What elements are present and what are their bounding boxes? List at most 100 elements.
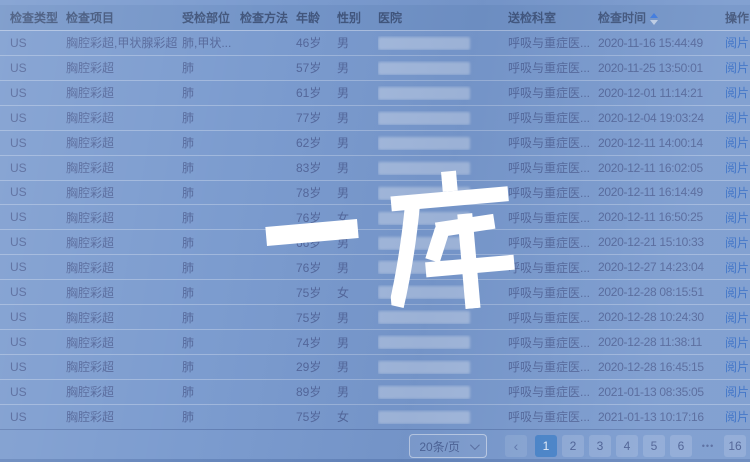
header-exam-time[interactable]: 检查时间	[598, 9, 725, 26]
view-film-link[interactable]: 阅片	[725, 311, 749, 325]
view-film-link[interactable]: 阅片	[725, 186, 749, 200]
pager-page-16[interactable]: 16	[724, 435, 746, 457]
view-film-link[interactable]: 阅片	[725, 261, 749, 275]
pager-page-6[interactable]: 6	[670, 435, 692, 457]
study-list-screen: 检查类型 检查项目 受检部位 检查方法 年龄 性别 医院 送检科室 检查时间 操…	[0, 0, 750, 462]
table-row[interactable]: US胸腔彩超肺57岁男呼吸与重症医...2020-11-25 13:50:01阅…	[0, 55, 750, 80]
table-row[interactable]: US胸腔彩超肺61岁男呼吸与重症医...2020-12-01 11:14:21阅…	[0, 80, 750, 105]
cell-action: 阅片	[725, 358, 750, 375]
table-row[interactable]: US胸腔彩超肺78岁男呼吸与重症医...2020-12-11 16:14:49阅…	[0, 180, 750, 205]
hospital-redacted-value	[378, 261, 470, 274]
cell-hospital	[378, 160, 508, 174]
view-film-link[interactable]: 阅片	[725, 211, 749, 225]
page-size-select[interactable]: 20条/页	[409, 434, 487, 458]
pager-page-2[interactable]: 2	[562, 435, 584, 457]
table-row[interactable]: US胸腔彩超肺76岁男呼吸与重症医...2020-12-27 14:23:04阅…	[0, 254, 750, 279]
cell-gender: 男	[337, 159, 378, 176]
table-row[interactable]: US胸腔彩超,甲状腺彩超肺,甲状...46岁男呼吸与重症医...2020-11-…	[0, 30, 750, 55]
view-film-link[interactable]: 阅片	[725, 286, 749, 300]
cell-exam-item: 胸腔彩超	[66, 358, 182, 375]
cell-hospital	[378, 36, 508, 50]
view-film-link[interactable]: 阅片	[725, 61, 749, 75]
cell-exam-type: US	[10, 36, 66, 50]
cell-gender: 男	[337, 134, 378, 151]
view-film-link[interactable]: 阅片	[725, 385, 749, 399]
view-film-link[interactable]: 阅片	[725, 336, 749, 350]
table-row[interactable]: US胸腔彩超肺74岁男呼吸与重症医...2020-12-28 11:38:11阅…	[0, 329, 750, 354]
table-row[interactable]: US胸腔彩超肺77岁男呼吸与重症医...2020-12-04 19:03:24阅…	[0, 105, 750, 130]
cell-body-part: 肺	[182, 134, 240, 151]
pager-page-5[interactable]: 5	[643, 435, 665, 457]
cell-age: 89岁	[296, 383, 337, 400]
pager-ellipsis[interactable]: •••	[697, 435, 719, 457]
cell-department: 呼吸与重症医...	[508, 358, 598, 375]
cell-exam-item: 胸腔彩超	[66, 159, 182, 176]
pager-page-4[interactable]: 4	[616, 435, 638, 457]
cell-gender: 男	[337, 109, 378, 126]
view-film-link[interactable]: 阅片	[725, 86, 749, 100]
view-film-link[interactable]: 阅片	[725, 36, 749, 50]
table-row[interactable]: US胸腔彩超肺75岁女呼吸与重症医...2021-01-13 10:17:16阅…	[0, 404, 750, 429]
prev-page-button[interactable]: ‹	[505, 435, 527, 457]
cell-department: 呼吸与重症医...	[508, 184, 598, 201]
cell-hospital	[378, 285, 508, 299]
cell-exam-time: 2020-12-01 11:14:21	[598, 86, 725, 100]
cell-action: 阅片	[725, 309, 750, 326]
cell-exam-item: 胸腔彩超	[66, 309, 182, 326]
table-row[interactable]: US胸腔彩超肺66岁男呼吸与重症医...2020-12-21 15:10:33阅…	[0, 229, 750, 254]
view-film-link[interactable]: 阅片	[725, 111, 749, 125]
cell-exam-item: 胸腔彩超	[66, 284, 182, 301]
cell-hospital	[378, 111, 508, 125]
cell-exam-type: US	[10, 185, 66, 199]
cell-exam-time: 2020-12-27 14:23:04	[598, 260, 725, 274]
table-row[interactable]: US胸腔彩超肺29岁男呼吸与重症医...2020-12-28 16:45:15阅…	[0, 354, 750, 379]
cell-age: 77岁	[296, 109, 337, 126]
cell-age: 66岁	[296, 234, 337, 251]
cell-department: 呼吸与重症医...	[508, 134, 598, 151]
cell-body-part: 肺	[182, 59, 240, 76]
pager-page-3[interactable]: 3	[589, 435, 611, 457]
cell-action: 阅片	[725, 234, 750, 251]
cell-exam-item: 胸腔彩超	[66, 109, 182, 126]
cell-exam-item: 胸腔彩超	[66, 408, 182, 425]
hospital-redacted-value	[378, 361, 470, 374]
pager-page-1[interactable]: 1	[535, 435, 557, 457]
table-row[interactable]: US胸腔彩超肺89岁男呼吸与重症医...2021-01-13 08:35:05阅…	[0, 379, 750, 404]
table-row[interactable]: US胸腔彩超肺75岁女呼吸与重症医...2020-12-28 08:15:51阅…	[0, 279, 750, 304]
table-row[interactable]: US胸腔彩超肺62岁男呼吸与重症医...2020-12-11 14:00:14阅…	[0, 130, 750, 155]
header-gender: 性别	[337, 9, 378, 26]
cell-department: 呼吸与重症医...	[508, 259, 598, 276]
cell-hospital	[378, 310, 508, 324]
view-film-link[interactable]: 阅片	[725, 360, 749, 374]
cell-body-part: 肺	[182, 358, 240, 375]
cell-exam-time: 2020-12-11 16:50:25	[598, 210, 725, 224]
cell-exam-item: 胸腔彩超	[66, 84, 182, 101]
header-action: 操作	[725, 9, 750, 26]
cell-exam-time: 2021-01-13 10:17:16	[598, 410, 725, 424]
cell-action: 阅片	[725, 134, 750, 151]
cell-exam-time: 2020-12-21 15:10:33	[598, 235, 725, 249]
cell-body-part: 肺	[182, 309, 240, 326]
cell-exam-type: US	[10, 385, 66, 399]
table-row[interactable]: US胸腔彩超肺75岁男呼吸与重症医...2020-12-28 10:24:30阅…	[0, 304, 750, 329]
hospital-redacted-value	[378, 336, 470, 349]
view-film-link[interactable]: 阅片	[725, 236, 749, 250]
sort-icon[interactable]	[650, 13, 658, 25]
cell-age: 78岁	[296, 184, 337, 201]
view-film-link[interactable]: 阅片	[725, 410, 749, 424]
cell-exam-time: 2020-12-04 19:03:24	[598, 111, 725, 125]
pagination-bar: 20条/页 ‹ 123456•••16	[0, 429, 750, 462]
header-body-part: 受检部位	[182, 9, 240, 26]
cell-action: 阅片	[725, 334, 750, 351]
cell-exam-time: 2020-12-28 10:24:30	[598, 310, 725, 324]
table-row[interactable]: US胸腔彩超肺83岁男呼吸与重症医...2020-12-11 16:02:05阅…	[0, 155, 750, 180]
view-film-link[interactable]: 阅片	[725, 161, 749, 175]
cell-exam-type: US	[10, 285, 66, 299]
cell-age: 29岁	[296, 358, 337, 375]
cell-exam-type: US	[10, 235, 66, 249]
cell-department: 呼吸与重症医...	[508, 334, 598, 351]
cell-exam-time: 2020-12-11 16:02:05	[598, 161, 725, 175]
table-row[interactable]: US胸腔彩超肺76岁女呼吸与重症医...2020-12-11 16:50:25阅…	[0, 204, 750, 229]
cell-body-part: 肺	[182, 259, 240, 276]
view-film-link[interactable]: 阅片	[725, 136, 749, 150]
